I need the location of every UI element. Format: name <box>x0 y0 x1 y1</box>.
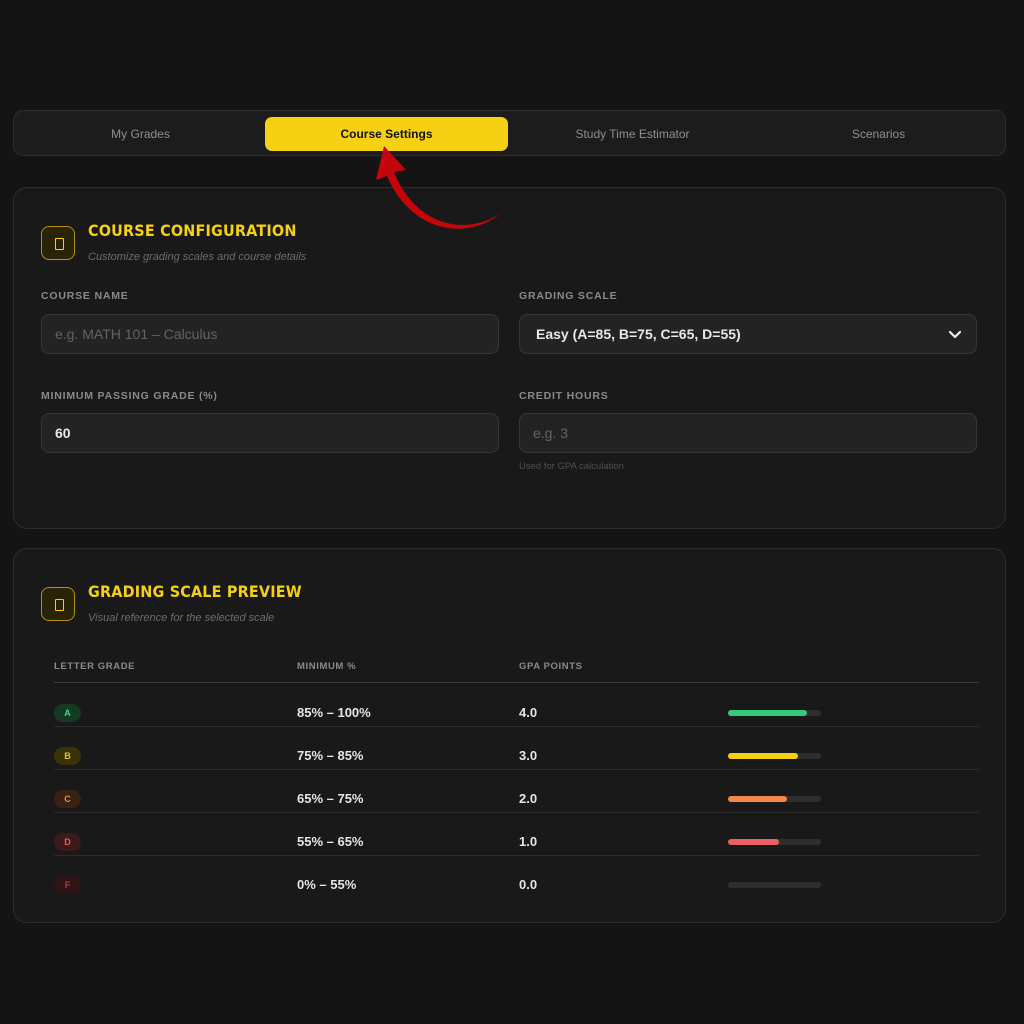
course-name-label: COURSE NAME <box>41 290 129 302</box>
card-subtitle: Customize grading scales and course deta… <box>88 251 307 263</box>
grade-bar-fill <box>728 839 780 845</box>
grade-bar-track <box>728 882 821 888</box>
bottom-band <box>0 950 1024 1024</box>
tab-my-grades[interactable]: My Grades <box>19 117 262 151</box>
grade-range: 0% – 55% <box>297 877 357 892</box>
grading-scale-value: Easy (A=85, B=75, C=65, D=55) <box>536 326 741 342</box>
notebook-icon <box>41 226 75 260</box>
credit-hours-label: CREDIT HOURS <box>519 390 609 402</box>
grade-pill-f: F <box>54 876 81 894</box>
tab-study-time-estimator[interactable]: Study Time Estimator <box>511 117 754 151</box>
grade-bar-fill <box>728 753 798 759</box>
grade-gpa: 4.0 <box>519 705 538 720</box>
grade-bar-fill <box>728 710 808 716</box>
credit-hours-helper: Used for GPA calculation <box>519 461 624 472</box>
grade-pill-d: D <box>54 833 81 851</box>
min-passing-input[interactable] <box>41 413 499 453</box>
min-passing-label: MINIMUM PASSING GRADE (%) <box>41 390 218 402</box>
card-subtitle: Visual reference for the selected scale <box>88 612 275 624</box>
card-title: Grading Scale Preview <box>88 582 302 601</box>
row-divider <box>54 769 979 770</box>
row-divider <box>54 812 979 813</box>
grade-range: 75% – 85% <box>297 748 364 763</box>
grade-bar-track <box>728 839 821 845</box>
card-title: Course Configuration <box>88 221 297 240</box>
grading-scale-preview-card: Grading Scale Preview Visual reference f… <box>13 548 1006 923</box>
grade-gpa: 1.0 <box>519 834 538 849</box>
grade-bar-track <box>728 710 821 716</box>
column-header-gpa: GPA POINTS <box>519 661 583 672</box>
grade-pill-b: B <box>54 747 81 765</box>
grade-gpa: 2.0 <box>519 791 538 806</box>
grade-range: 55% – 65% <box>297 834 364 849</box>
chevron-down-icon <box>948 330 962 339</box>
row-divider <box>54 726 979 727</box>
grade-pill-c: C <box>54 790 81 808</box>
header-divider <box>54 682 979 683</box>
column-header-minimum: MINIMUM % <box>297 661 357 672</box>
grade-range: 65% – 75% <box>297 791 364 806</box>
course-name-input[interactable] <box>41 314 499 354</box>
grading-scale-select[interactable]: Easy (A=85, B=75, C=65, D=55) <box>519 314 977 354</box>
column-header-letter: LETTER GRADE <box>54 661 136 672</box>
annotation-arrow-icon <box>376 146 500 229</box>
grade-gpa: 0.0 <box>519 877 538 892</box>
top-band <box>0 0 1024 88</box>
tab-bar: My Grades Course Settings Study Time Est… <box>13 110 1006 156</box>
notebook-icon <box>41 587 75 621</box>
grade-gpa: 3.0 <box>519 748 538 763</box>
grade-range: 85% – 100% <box>297 705 371 720</box>
course-configuration-card: Course Configuration Customize grading s… <box>13 187 1006 529</box>
grading-scale-label: GRADING SCALE <box>519 290 618 302</box>
grade-pill-a: A <box>54 704 81 722</box>
row-divider <box>54 855 979 856</box>
grade-bar-track <box>728 796 821 802</box>
grade-bar-track <box>728 753 821 759</box>
tab-scenarios[interactable]: Scenarios <box>757 117 1000 151</box>
credit-hours-input[interactable] <box>519 413 977 453</box>
grade-bar-fill <box>728 796 787 802</box>
